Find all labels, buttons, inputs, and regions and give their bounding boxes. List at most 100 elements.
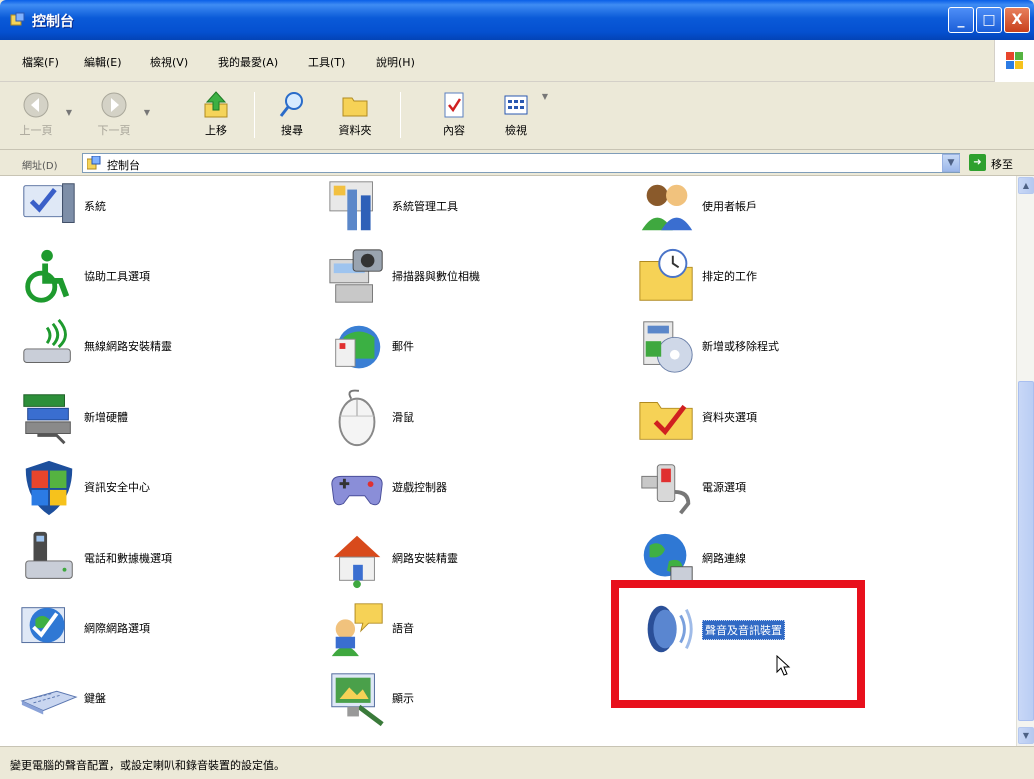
- menu-view[interactable]: 檢視(V): [150, 54, 188, 70]
- search-label: 搜尋: [281, 124, 303, 137]
- control-panel-item[interactable]: 電源選項: [636, 457, 916, 517]
- back-arrow-icon: [23, 92, 49, 118]
- minimize-button[interactable]: _: [948, 7, 974, 33]
- control-panel-item-label: 網路安裝精靈: [392, 552, 458, 565]
- minimize-icon: _: [957, 12, 965, 28]
- scroll-down-button[interactable]: ▼: [1018, 727, 1034, 744]
- view-dropdown-icon[interactable]: ▼: [542, 92, 548, 101]
- address-dropdown-button[interactable]: ▼: [942, 154, 960, 172]
- windows-logo-icon: [994, 40, 1034, 82]
- control-panel-item-label: 電話和數據機選項: [84, 552, 172, 565]
- up-button[interactable]: 上移: [196, 86, 236, 146]
- menu-edit[interactable]: 編輯(E): [84, 54, 122, 70]
- control-panel-window: 控制台 _ □ X 檔案(F) 編輯(E) 檢視(V) 我的最愛(A) 工具(T…: [0, 0, 1034, 779]
- control-panel-item-label: 無線網路安裝精靈: [84, 340, 172, 353]
- control-panel-item-label: 網際網路選項: [84, 622, 150, 635]
- control-panel-item[interactable]: 系統: [18, 176, 298, 236]
- add-hardware-icon: [23, 394, 71, 445]
- control-panel-item[interactable]: 系統管理工具: [326, 176, 606, 236]
- power-options-icon: [641, 464, 691, 515]
- address-value: 控制台: [107, 159, 140, 172]
- address-label: 網址(D): [22, 161, 58, 172]
- forward-arrow-icon: [101, 92, 127, 118]
- view-button[interactable]: 檢視 ▼: [494, 86, 548, 146]
- title-bar[interactable]: 控制台 _ □ X: [0, 0, 1034, 40]
- control-panel-item[interactable]: 聲音及音訊裝置: [636, 598, 916, 658]
- address-input[interactable]: 控制台: [82, 153, 960, 173]
- control-panel-item[interactable]: 協助工具選項: [18, 246, 298, 306]
- control-panel-item[interactable]: 語音: [326, 598, 606, 658]
- menu-file[interactable]: 檔案(F): [22, 54, 59, 70]
- search-icon: [279, 92, 303, 117]
- control-panel-item[interactable]: 無線網路安裝精靈: [18, 316, 298, 376]
- control-panel-item-label: 網路連線: [702, 552, 746, 565]
- phone-modem-icon: [25, 531, 73, 579]
- maximize-button[interactable]: □: [976, 7, 1002, 33]
- view-icon: [504, 95, 528, 115]
- scanner-camera-icon: [329, 249, 383, 303]
- network-connections-icon: [643, 533, 693, 583]
- forward-label: 下一頁: [97, 124, 131, 137]
- control-panel-item[interactable]: 掃描器與數位相機: [326, 246, 606, 306]
- control-panel-item-label: 新增或移除程式: [702, 340, 779, 353]
- control-panel-item[interactable]: 網際網路選項: [18, 598, 298, 658]
- security-center-icon: [25, 460, 73, 516]
- control-panel-item[interactable]: 網路連線: [636, 528, 916, 588]
- control-panel-item[interactable]: 網路安裝精靈: [326, 528, 606, 589]
- control-panel-item-label: 聲音及音訊裝置: [702, 620, 785, 640]
- close-button[interactable]: X: [1004, 7, 1030, 33]
- back-dropdown-icon[interactable]: ▼: [66, 108, 72, 117]
- control-panel-item[interactable]: 滑鼠: [326, 387, 606, 447]
- search-button[interactable]: 搜尋: [270, 86, 314, 146]
- control-panel-item[interactable]: 鍵盤: [18, 668, 298, 728]
- control-panel-item[interactable]: 使用者帳戶: [636, 176, 916, 236]
- control-panel-item-label: 語音: [392, 622, 414, 635]
- back-button[interactable]: 上一頁 ▼: [10, 86, 72, 146]
- content-label: 內容: [443, 124, 465, 137]
- control-panel-item[interactable]: 電話和數據機選項: [18, 528, 298, 588]
- control-panel-item-label: 系統管理工具: [392, 200, 458, 213]
- folder-icon: [342, 97, 368, 117]
- scroll-up-button[interactable]: ▲: [1018, 177, 1034, 194]
- control-panel-item-label: 使用者帳戶: [702, 200, 757, 213]
- go-label: 移至: [991, 158, 1013, 171]
- back-label: 上一頁: [19, 124, 53, 137]
- vertical-scrollbar[interactable]: ▲ ▼: [1016, 176, 1034, 746]
- control-panel-item[interactable]: 排定的工作: [636, 246, 916, 306]
- address-bar: 網址(D) 控制台 ▼ ➜ 移至: [0, 150, 1034, 176]
- control-panel-item[interactable]: 遊戲控制器: [326, 457, 606, 517]
- forward-dropdown-icon[interactable]: ▼: [144, 108, 150, 117]
- control-panel-item-label: 遊戲控制器: [392, 481, 447, 494]
- scroll-thumb[interactable]: [1018, 381, 1034, 721]
- admin-tools-icon: [329, 181, 373, 231]
- wireless-setup-icon: [23, 318, 71, 363]
- control-panel-item-label: 系統: [84, 200, 106, 213]
- scheduled-tasks-icon: [639, 248, 693, 301]
- control-panel-item[interactable]: 顯示: [326, 668, 606, 728]
- control-panel-item-label: 新增硬體: [84, 411, 128, 424]
- up-folder-icon: [204, 91, 228, 118]
- mouse-cursor-icon: [776, 655, 791, 676]
- forward-button[interactable]: 下一頁 ▼: [88, 86, 150, 146]
- control-panel-item-label: 滑鼠: [392, 411, 414, 424]
- menu-favorites[interactable]: 我的最愛(A): [218, 54, 278, 70]
- menu-help[interactable]: 說明(H): [376, 54, 415, 70]
- game-controller-icon: [331, 475, 383, 506]
- control-panel-item[interactable]: 資訊安全中心: [18, 457, 298, 517]
- go-button[interactable]: ➜ 移至: [965, 153, 1031, 173]
- content-button[interactable]: 內容: [432, 86, 476, 146]
- menu-bar: 檔案(F) 編輯(E) 檢視(V) 我的最愛(A) 工具(T) 說明(H): [0, 40, 1034, 82]
- menu-tools[interactable]: 工具(T): [308, 54, 345, 70]
- control-panel-item[interactable]: 新增或移除程式: [636, 316, 916, 376]
- system-icon: [23, 183, 75, 223]
- control-panel-item[interactable]: 新增硬體: [18, 387, 298, 447]
- folders-button[interactable]: 資料夾: [330, 86, 380, 146]
- control-panel-item[interactable]: 資料夾選項: [636, 387, 916, 447]
- toolbar-separator: [254, 92, 255, 138]
- control-panel-item[interactable]: 郵件: [326, 316, 606, 376]
- mail-icon: [335, 325, 381, 369]
- control-panel-icon: [10, 12, 25, 26]
- view-label: 檢視: [505, 124, 527, 137]
- control-panel-item-label: 掃描器與數位相機: [392, 270, 480, 283]
- control-panel-item-label: 資訊安全中心: [84, 481, 150, 494]
